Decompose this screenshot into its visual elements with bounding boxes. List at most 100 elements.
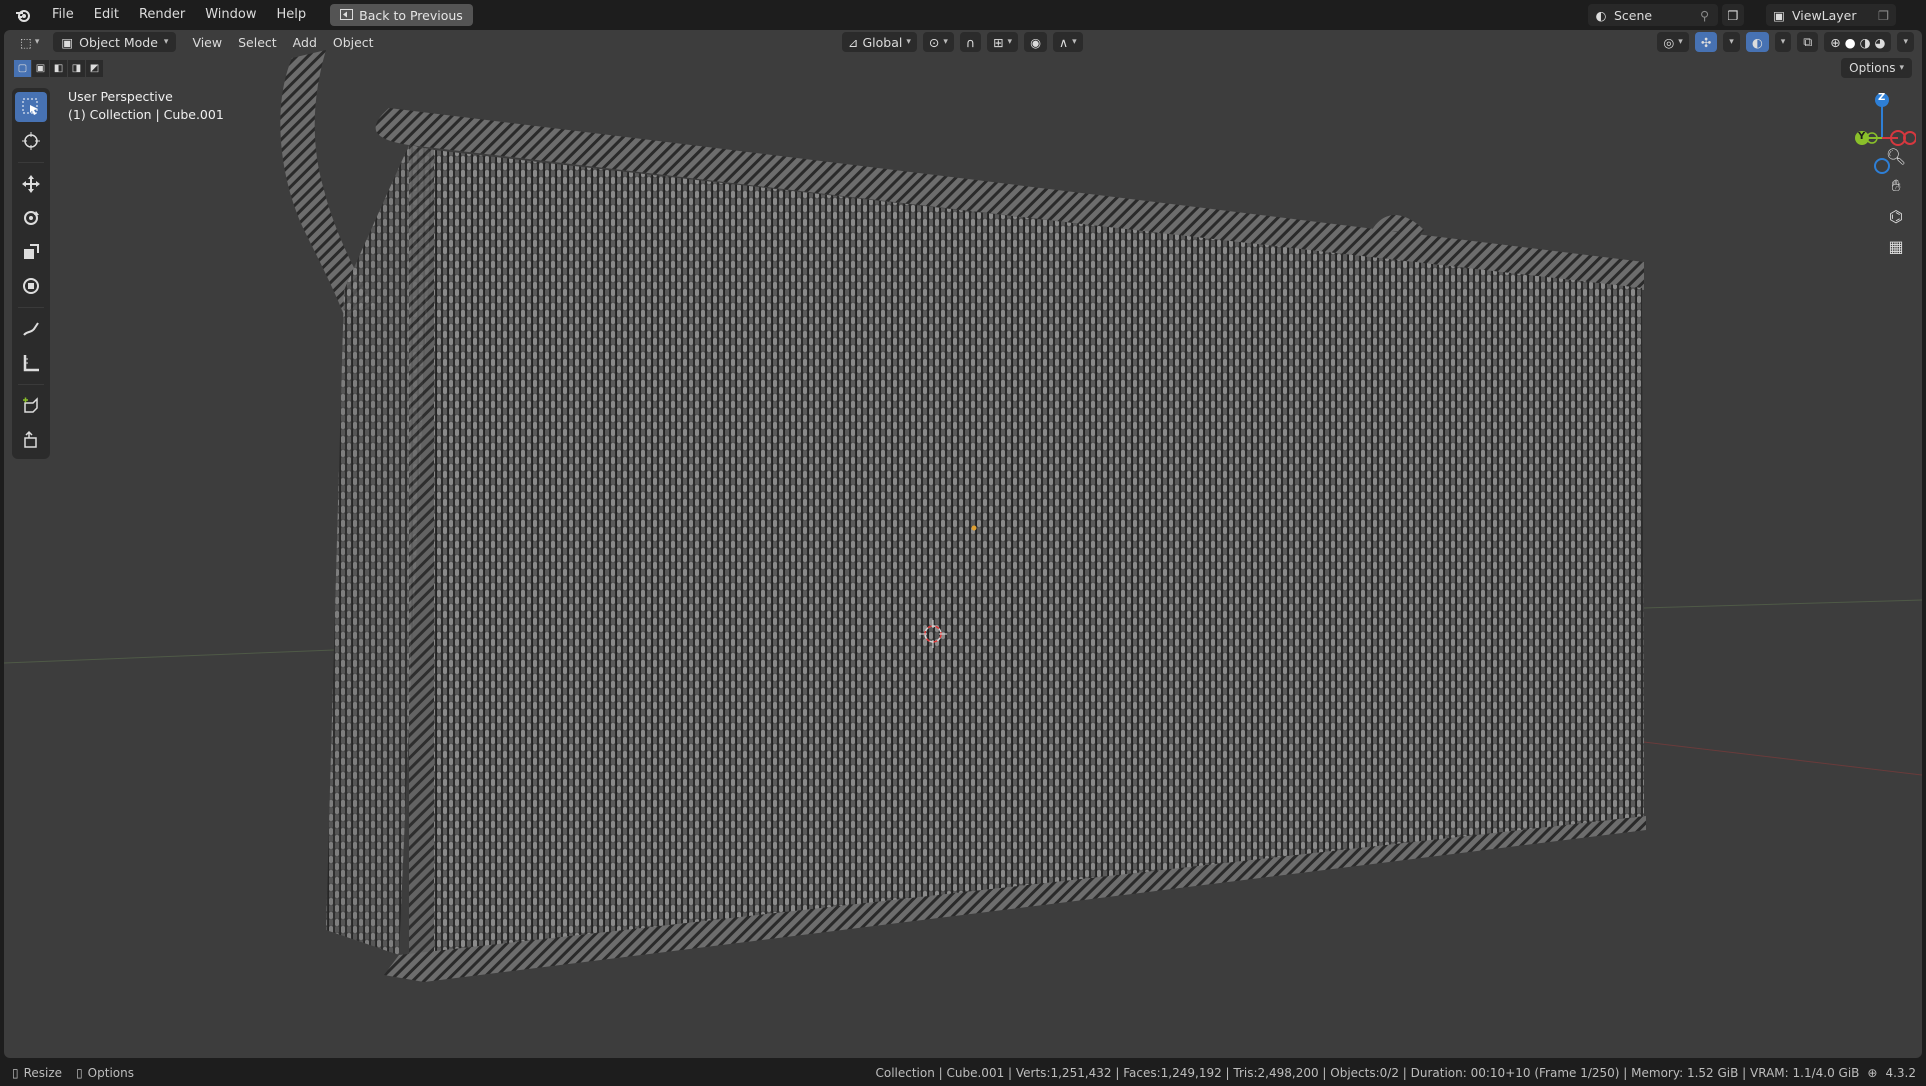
gizmo-toggle[interactable]: ✣ (1694, 32, 1718, 52)
pan-button[interactable]: ✋︎ (1884, 174, 1908, 198)
camera-icon: ⌬ (1889, 206, 1903, 226)
scene-icon: ◐ (1595, 7, 1607, 23)
back-to-previous-button[interactable]: Back to Previous (330, 4, 473, 26)
back-to-previous-label: Back to Previous (359, 7, 463, 23)
add-cube-tool[interactable] (15, 391, 47, 421)
extrude-tool-icon (24, 430, 37, 448)
select-subtract-button[interactable]: ◧ (50, 60, 67, 77)
new-scene-button[interactable]: ❐ (1722, 4, 1744, 26)
shading-dropdown[interactable]: ▾ (1897, 32, 1914, 52)
editor-type-icon: ⬚ (20, 34, 32, 50)
view-layer-name: ViewLayer (1792, 7, 1857, 23)
orientation-dropdown[interactable]: ⊿ Global ▾ (842, 32, 917, 52)
scale-tool[interactable] (15, 237, 47, 267)
gizmo-icon: ✣ (1700, 34, 1712, 50)
menu-edit[interactable]: Edit (84, 3, 129, 27)
select-box-tool[interactable] (15, 92, 47, 122)
select-difference-button[interactable]: ◨ (68, 60, 85, 77)
gizmo-dropdown[interactable]: ▾ (1723, 32, 1740, 52)
chevron-down-icon: ▾ (1903, 37, 1908, 47)
select-new-icon: ▢ (17, 63, 28, 74)
overlay-toggle[interactable]: ◐ (1745, 32, 1769, 52)
select-box-icon (22, 98, 38, 115)
menu-view[interactable]: View (184, 32, 230, 52)
chevron-down-icon: ▾ (1678, 37, 1683, 47)
eye-icon: ◎ (1663, 34, 1675, 50)
camera-view-button[interactable]: ⌬ (1884, 204, 1908, 228)
menu-window[interactable]: Window (195, 3, 266, 27)
status-bar: ▯ Resize ▯ Options Collection | Cube.001 |… (0, 1060, 1926, 1086)
pin-icon[interactable]: ⚲ (1700, 8, 1718, 23)
material-shading-icon[interactable]: ◑ (1860, 35, 1871, 50)
annotate-tool-icon (23, 322, 39, 336)
view-layer-selector[interactable]: ▣ ViewLayer ❐ (1766, 4, 1896, 26)
toolbar-divider (18, 307, 44, 308)
measure-tool[interactable] (15, 348, 47, 378)
extrude-tool[interactable] (15, 425, 47, 455)
select-extend-icon: ▣ (35, 63, 46, 74)
blender-logo[interactable] (12, 4, 34, 26)
menu-select[interactable]: Select (230, 32, 285, 52)
view-layer-icon: ▣ (1773, 7, 1785, 23)
snap-toggle[interactable]: ∩ (959, 32, 982, 52)
scale-tool-icon (24, 244, 39, 259)
pivot-dropdown[interactable]: ⊙ ▾ (922, 32, 954, 52)
solid-shading-icon[interactable]: ● (1845, 35, 1856, 50)
new-view-layer-icon[interactable]: ❐ (1878, 8, 1896, 23)
viewport-info: User Perspective (1) Collection | Cube.0… (68, 88, 224, 124)
menu-render[interactable]: Render (129, 3, 195, 27)
rendered-shading-icon[interactable]: ◕ (1875, 35, 1886, 50)
select-extend-button[interactable]: ▣ (32, 60, 49, 77)
scene-name: Scene (1614, 7, 1653, 23)
snap-dropdown[interactable]: ⊞ ▾ (987, 32, 1019, 52)
transform-tool[interactable] (15, 271, 47, 301)
xray-toggle[interactable]: ⧉ (1797, 32, 1819, 52)
measure-tool-icon (23, 355, 39, 372)
options-dropdown[interactable]: Options ▾ (1841, 58, 1912, 78)
chevron-down-icon: ▾ (1780, 37, 1786, 47)
zoom-button[interactable]: 🔍︎ (1884, 144, 1908, 168)
viewport-shading-tools: ◎ ▾ ✣ ▾ ◐ ▾ ⧉ ⊕ ● ◑ ◕ ▾ (1657, 32, 1914, 52)
chevron-down-icon: ▾ (906, 37, 911, 47)
mouse-icon: ▯ (76, 1066, 83, 1080)
menu-add[interactable]: Add (285, 32, 325, 52)
gizmo-y-label: Y (1858, 131, 1866, 142)
chevron-down-icon: ▾ (1007, 37, 1013, 47)
grid-icon: ▦ (1888, 236, 1904, 256)
toolbar-divider (18, 162, 44, 163)
snap-icon: ⊞ (993, 34, 1004, 50)
falloff-icon: ∧ (1059, 34, 1069, 50)
version-label: 4.3.2 (1885, 1066, 1916, 1080)
shading-modes[interactable]: ⊕ ● ◑ ◕ (1824, 32, 1892, 52)
orientation-label: Global (862, 34, 903, 50)
proportional-edit-toggle[interactable]: ◉ (1024, 32, 1047, 52)
back-icon (340, 8, 354, 23)
hand-icon: ✋︎ (1891, 176, 1901, 195)
annotate-tool[interactable] (15, 314, 47, 344)
magnet-icon: ∩ (965, 34, 976, 50)
cursor-tool[interactable] (15, 126, 47, 156)
wireframe-shading-icon[interactable]: ⊕ (1830, 35, 1840, 50)
object-mode-label: Object Mode (79, 34, 158, 50)
menu-help[interactable]: Help (267, 3, 317, 27)
move-tool[interactable] (15, 169, 47, 199)
select-intersect-button[interactable]: ◩ (86, 60, 103, 77)
select-new-button[interactable]: ▢ (14, 60, 31, 77)
menu-object[interactable]: Object (325, 32, 382, 52)
3d-viewport[interactable]: ⬚ ▾ ▣ Object Mode ▾ View Select Add Objec… (4, 30, 1922, 1058)
orientation-icon: ⊿ (848, 34, 859, 50)
editor-type-button[interactable]: ⬚ ▾ (12, 32, 47, 52)
viewport-scene (4, 50, 1922, 982)
object-mode-dropdown[interactable]: ▣ Object Mode ▾ (53, 32, 177, 52)
ortho-toggle-button[interactable]: ▦ (1884, 234, 1908, 258)
rotate-tool[interactable] (15, 203, 47, 233)
chevron-down-icon: ▾ (163, 37, 169, 47)
menu-file[interactable]: File (42, 3, 84, 27)
add-cube-tool-icon (23, 397, 38, 413)
visibility-dropdown[interactable]: ◎ ▾ (1657, 32, 1689, 52)
falloff-dropdown[interactable]: ∧ ▾ (1053, 32, 1083, 52)
xray-icon: ⧉ (1803, 34, 1813, 49)
overlay-dropdown[interactable]: ▾ (1774, 32, 1792, 52)
mouse-icon: ▯ (12, 1066, 19, 1080)
scene-selector[interactable]: ◐ Scene ⚲ (1588, 4, 1718, 26)
